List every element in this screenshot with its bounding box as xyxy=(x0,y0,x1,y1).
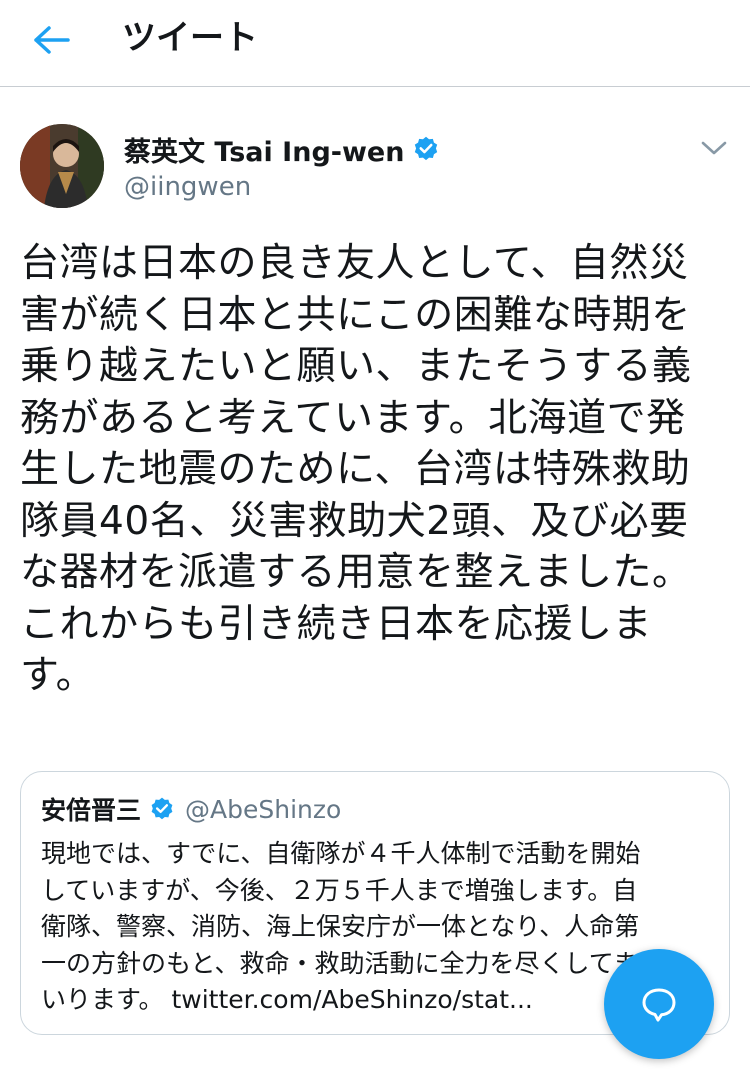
back-button[interactable] xyxy=(26,18,78,62)
arrow-left-icon xyxy=(34,26,70,54)
verified-badge-icon xyxy=(412,135,440,163)
chevron-down-icon xyxy=(701,141,727,155)
compose-reply-icon xyxy=(642,988,676,1022)
top-bar: ツイート xyxy=(0,0,750,87)
avatar[interactable] xyxy=(20,124,104,208)
author-row: 蔡英文 Tsai Ing-wen xyxy=(124,130,440,168)
verified-badge-icon xyxy=(149,796,175,822)
page-title: ツイート xyxy=(122,18,258,58)
tweet-menu-button[interactable] xyxy=(696,134,732,162)
quoted-author-handle: @AbeShinzo xyxy=(185,794,342,824)
tweet-text: 台湾は日本の良き友人として、自然災 害が続く日本と共にこの困難な時期を 乗り越え… xyxy=(20,241,692,698)
reply-fab-button[interactable] xyxy=(604,949,714,1059)
author-handle[interactable]: @iingwen xyxy=(124,170,251,204)
quoted-author-name: 安倍晋三 xyxy=(41,796,142,825)
quoted-author-row: 安倍晋三 @AbeShinzo xyxy=(41,792,341,826)
author-name[interactable]: 蔡英文 Tsai Ing-wen xyxy=(124,130,404,169)
